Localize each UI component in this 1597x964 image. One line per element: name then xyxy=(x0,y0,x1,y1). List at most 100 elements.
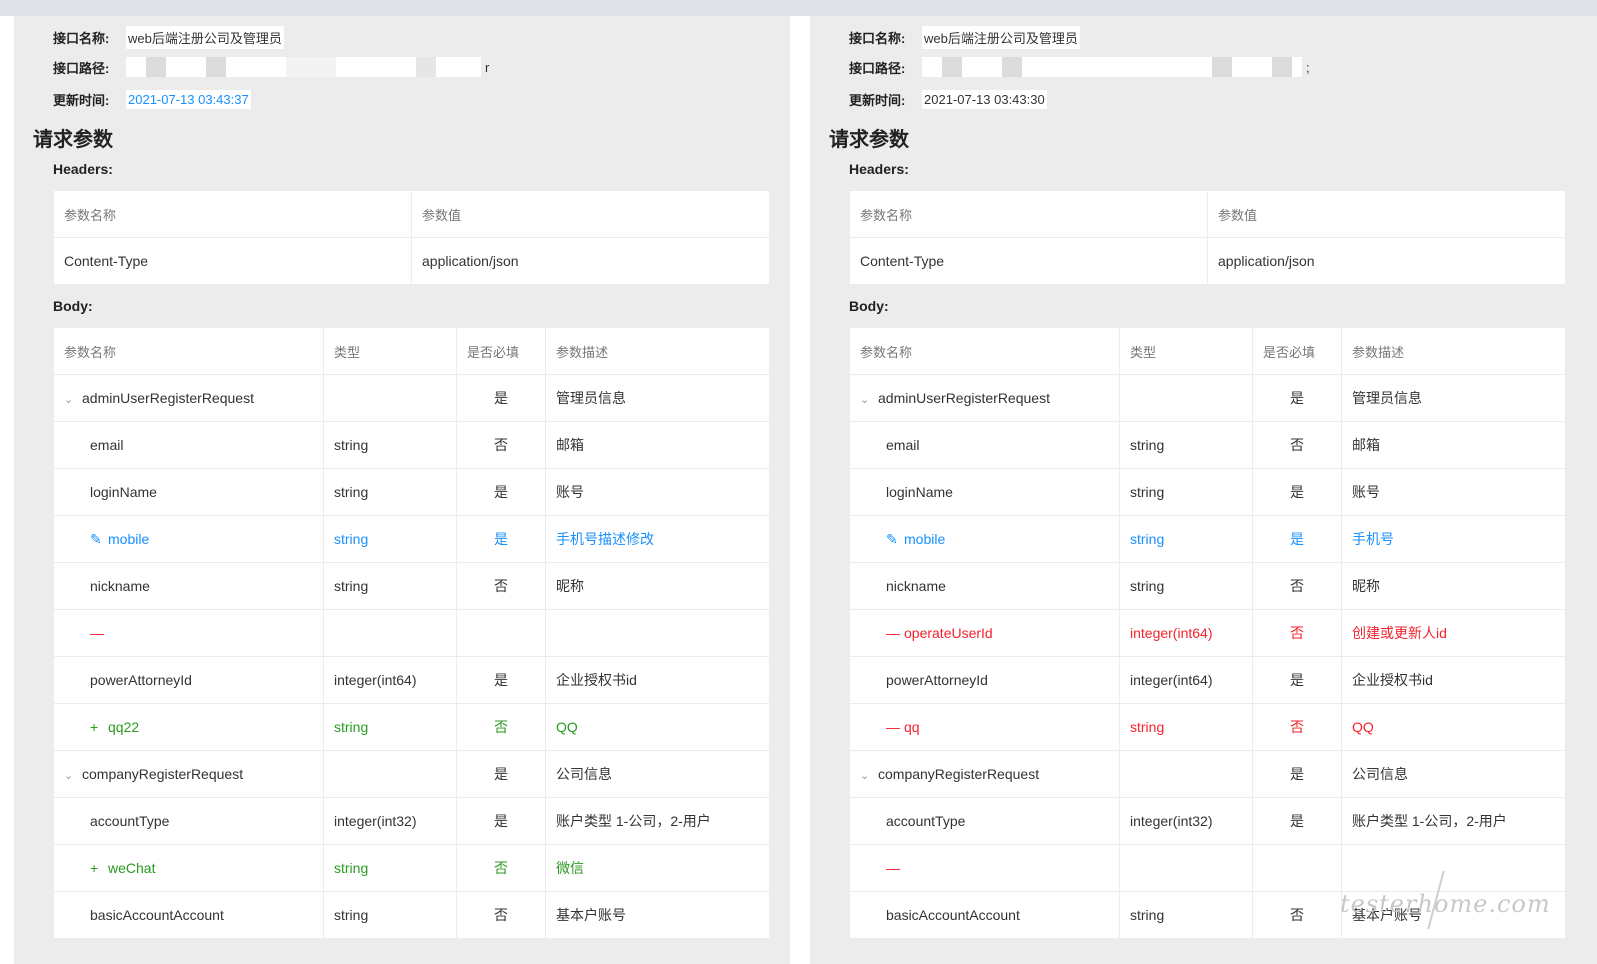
param-name: qq xyxy=(904,719,920,735)
body-col-desc: 参数描述 xyxy=(1341,327,1566,375)
table-row: + qq22 string 否 QQ xyxy=(53,703,770,751)
chevron-down-icon[interactable]: ⌄ xyxy=(64,393,82,406)
table-row: ⌄ companyRegisterRequest 是公司信息 xyxy=(849,750,1566,798)
param-name: nickname xyxy=(886,578,946,594)
window-top-bar xyxy=(0,0,1597,16)
param-desc-cell: 手机号描述修改 xyxy=(545,515,770,563)
param-required-cell: 是 xyxy=(456,656,546,704)
param-name: accountType xyxy=(886,813,966,829)
param-desc-cell: 创建或更新人id xyxy=(1341,609,1566,657)
param-name-cell: — xyxy=(53,609,324,657)
param-desc-cell: 账户类型 1-公司，2-用户 xyxy=(1341,797,1566,845)
api-name-value: web后端注册公司及管理员 xyxy=(126,25,284,49)
param-required-cell: 是 xyxy=(456,750,546,798)
param-required-cell: 否 xyxy=(456,891,546,939)
param-type-cell: string xyxy=(323,515,457,563)
updated-time-value[interactable]: 2021-07-13 03:43:30 xyxy=(922,89,1047,109)
table-row: accountType integer(int32) 是账户类型 1-公司，2-用户 xyxy=(53,797,770,845)
param-desc-cell xyxy=(1341,844,1566,892)
table-row: email string 否邮箱 xyxy=(849,421,1566,469)
param-desc-cell: 管理员信息 xyxy=(545,374,770,422)
param-required-cell: 否 xyxy=(456,421,546,469)
chevron-down-icon[interactable]: ⌄ xyxy=(860,769,878,782)
headers-table-header: 参数名称 参数值 xyxy=(849,190,1566,238)
table-row: loginName string 是账号 xyxy=(53,468,770,516)
table-row: ⌄ companyRegisterRequest 是公司信息 xyxy=(53,750,770,798)
api-name-row: 接口名称: web后端注册公司及管理员 xyxy=(53,25,284,49)
api-name-row: 接口名称: web后端注册公司及管理员 xyxy=(849,25,1080,49)
param-name-cell: + qq22 xyxy=(53,703,324,751)
header-name-cell: Content-Type xyxy=(849,237,1208,285)
param-required-cell: 否 xyxy=(456,703,546,751)
param-type-cell xyxy=(323,750,457,798)
param-desc-cell: 公司信息 xyxy=(1341,750,1566,798)
param-name-cell: loginName xyxy=(53,468,324,516)
param-name: accountType xyxy=(90,813,170,829)
param-type-cell xyxy=(323,609,457,657)
table-row: powerAttorneyId integer(int64) 是企业授权书id xyxy=(849,656,1566,704)
param-type-cell: string xyxy=(323,468,457,516)
param-desc-cell xyxy=(545,609,770,657)
edit-icon: ✎ xyxy=(886,530,898,547)
header-name-cell: Content-Type xyxy=(53,237,412,285)
body-col-type: 类型 xyxy=(323,327,457,375)
param-required-cell xyxy=(456,609,546,657)
param-type-cell xyxy=(1119,844,1253,892)
headers-table: 参数名称 参数值 Content-Type application/json xyxy=(53,190,770,285)
body-params-table: 参数名称 类型 是否必填 参数描述 ⌄ adminUserRegisterRequ… xyxy=(849,327,1566,939)
api-path-label: 接口路径: xyxy=(849,60,906,76)
table-row: — xyxy=(849,844,1566,892)
api-path-row: 接口路径: r xyxy=(53,56,489,78)
updated-time-row: 更新时间: 2021-07-13 03:43:30 xyxy=(849,88,1047,110)
param-name: basicAccountAccount xyxy=(886,907,1020,923)
table-row: — xyxy=(53,609,770,657)
param-name-cell: — operateUserId xyxy=(849,609,1120,657)
param-type-cell: integer(int32) xyxy=(323,797,457,845)
param-type-cell: string xyxy=(1119,421,1253,469)
left-version-panel: 接口名称: web后端注册公司及管理员 接口路径: r 更新时间: 2021-0… xyxy=(14,16,790,964)
api-name-label: 接口名称: xyxy=(53,30,110,46)
param-name: nickname xyxy=(90,578,150,594)
headers-title: Headers: xyxy=(53,161,113,177)
param-required-cell: 否 xyxy=(1252,562,1342,610)
body-col-required: 是否必填 xyxy=(456,327,546,375)
table-row: — operateUserId integer(int64) 否创建或更新人id xyxy=(849,609,1566,657)
table-row: nickname string 否昵称 xyxy=(849,562,1566,610)
table-row: ⌄ adminUserRegisterRequest 是管理员信息 xyxy=(849,374,1566,422)
param-desc-cell: 账号 xyxy=(1341,468,1566,516)
headers-title: Headers: xyxy=(849,161,909,177)
param-name-cell: — qq xyxy=(849,703,1120,751)
param-required-cell: 是 xyxy=(1252,656,1342,704)
updated-time-value[interactable]: 2021-07-13 03:43:37 xyxy=(126,89,251,109)
param-required-cell: 是 xyxy=(1252,515,1342,563)
chevron-down-icon[interactable]: ⌄ xyxy=(64,769,82,782)
chevron-down-icon[interactable]: ⌄ xyxy=(860,393,878,406)
param-name: adminUserRegisterRequest xyxy=(878,390,1050,406)
body-col-type: 类型 xyxy=(1119,327,1253,375)
param-type-cell xyxy=(1119,750,1253,798)
param-desc-cell: 账号 xyxy=(545,468,770,516)
param-type-cell: string xyxy=(323,562,457,610)
param-required-cell: 是 xyxy=(456,515,546,563)
param-name: email xyxy=(886,437,920,453)
param-name-cell: — xyxy=(849,844,1120,892)
param-type-cell: string xyxy=(323,421,457,469)
body-title: Body: xyxy=(53,298,93,314)
minus-icon: — xyxy=(886,860,900,876)
param-desc-cell: 企业授权书id xyxy=(545,656,770,704)
param-type-cell: string xyxy=(1119,703,1253,751)
header-col-value: 参数值 xyxy=(1207,190,1566,238)
body-col-desc: 参数描述 xyxy=(545,327,770,375)
param-name-cell: email xyxy=(53,421,324,469)
param-type-cell: string xyxy=(1119,562,1253,610)
header-col-name: 参数名称 xyxy=(53,190,412,238)
param-type-cell: integer(int64) xyxy=(323,656,457,704)
param-name-cell: basicAccountAccount xyxy=(849,891,1120,939)
param-name-cell: ✎ mobile xyxy=(849,515,1120,563)
api-path-label: 接口路径: xyxy=(53,60,110,76)
api-path-tail: r xyxy=(485,59,490,75)
param-required-cell xyxy=(1252,844,1342,892)
table-row: email string 否邮箱 xyxy=(53,421,770,469)
param-name-cell: ⌄ adminUserRegisterRequest xyxy=(849,374,1120,422)
param-desc-cell: 邮箱 xyxy=(1341,421,1566,469)
